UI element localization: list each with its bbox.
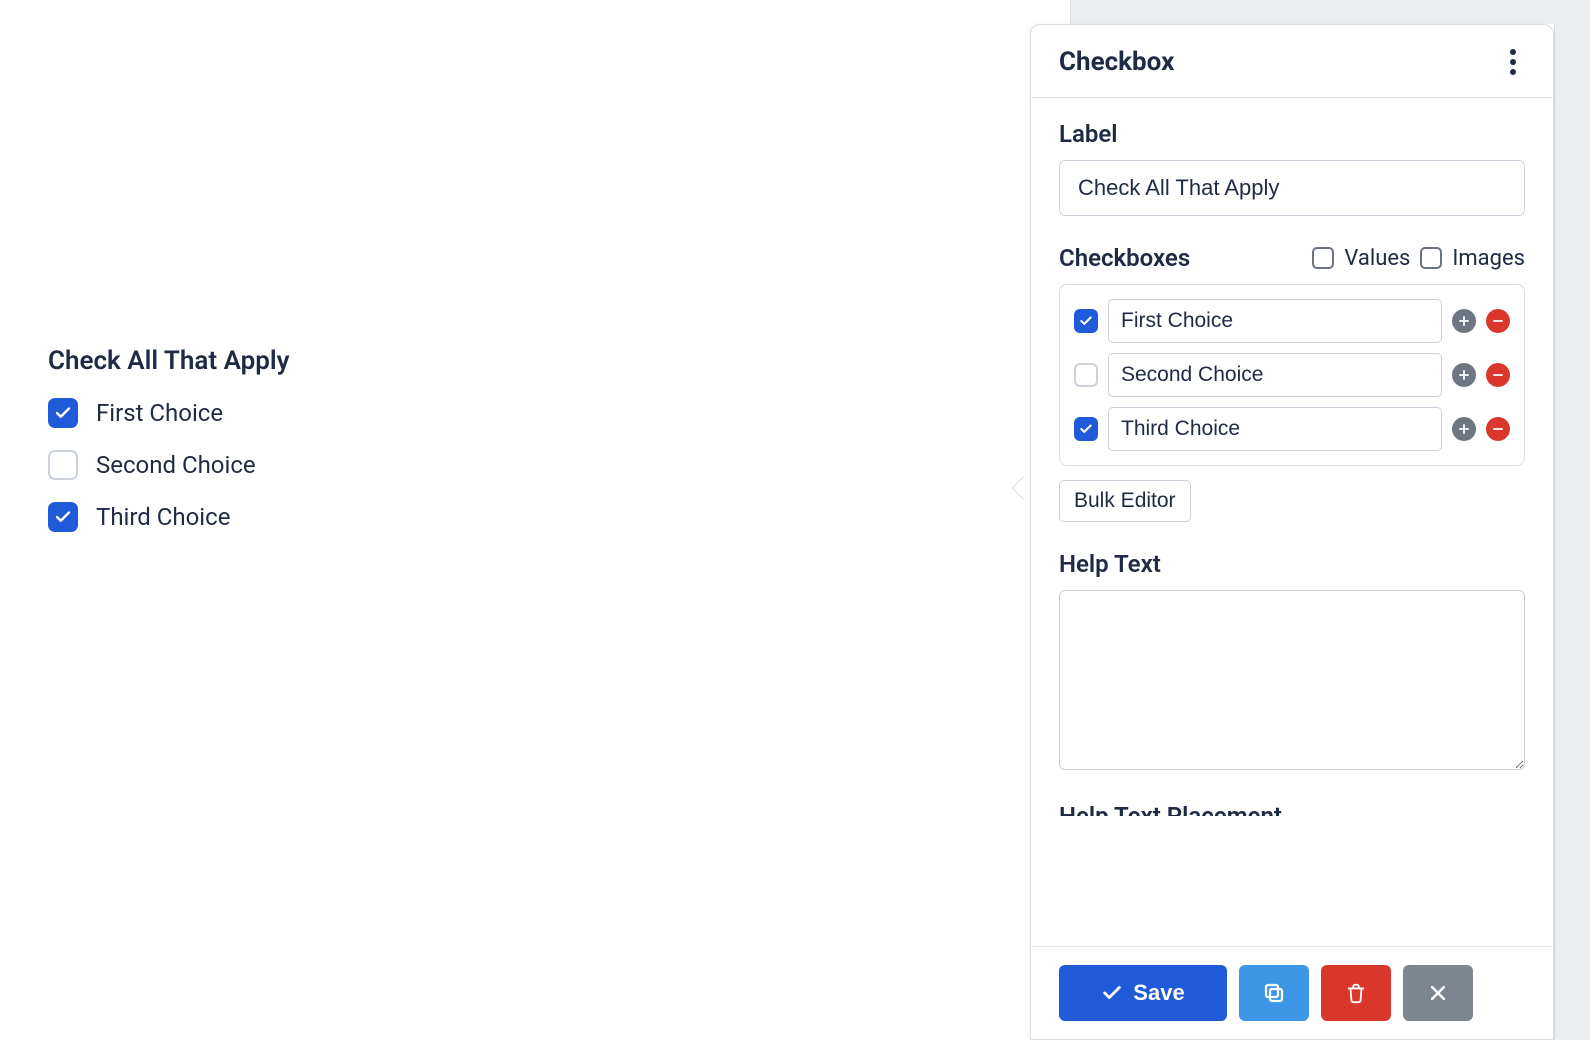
remove-choice-button[interactable] (1486, 417, 1510, 441)
save-button-label: Save (1133, 980, 1184, 1006)
kebab-dot-icon (1510, 59, 1516, 65)
choice-label-input-2[interactable] (1108, 353, 1442, 397)
save-button[interactable]: Save (1059, 965, 1227, 1021)
trash-icon (1345, 982, 1367, 1004)
checkboxes-options-row: Values Images (1312, 246, 1525, 271)
preview-checkbox-label: Third Choice (96, 503, 230, 531)
choice-row (1074, 299, 1510, 343)
values-toggle-label: Values (1344, 246, 1410, 271)
choice-default-checkbox-2[interactable] (1074, 363, 1098, 387)
bulk-editor-button[interactable]: Bulk Editor (1059, 480, 1191, 522)
panel-header: Checkbox (1031, 25, 1553, 98)
delete-button[interactable] (1321, 965, 1391, 1021)
preview-checkbox-1[interactable] (48, 398, 78, 428)
values-toggle[interactable] (1312, 247, 1334, 269)
choice-row (1074, 407, 1510, 451)
choice-label-input-3[interactable] (1108, 407, 1442, 451)
check-icon (1101, 982, 1123, 1004)
preview-checkbox-row: Third Choice (48, 502, 748, 532)
images-toggle-label: Images (1452, 246, 1525, 271)
close-icon (1428, 983, 1448, 1003)
preview-checkbox-row: First Choice (48, 398, 748, 428)
images-toggle[interactable] (1420, 247, 1442, 269)
add-choice-button[interactable] (1452, 309, 1476, 333)
add-choice-button[interactable] (1452, 363, 1476, 387)
add-choice-button[interactable] (1452, 417, 1476, 441)
label-input[interactable] (1059, 160, 1525, 216)
label-heading: Label (1059, 120, 1525, 148)
next-section-heading: Help Text Placement (1059, 802, 1525, 816)
settings-panel: Checkbox Label Checkboxes Values Images (1030, 24, 1554, 1040)
checkboxes-field-block: Checkboxes Values Images (1059, 244, 1525, 522)
checkboxes-heading: Checkboxes (1059, 244, 1190, 272)
copy-icon (1262, 981, 1286, 1005)
duplicate-button[interactable] (1239, 965, 1309, 1021)
choices-container (1059, 284, 1525, 466)
preview-checkbox-3[interactable] (48, 502, 78, 532)
choice-label-input-1[interactable] (1108, 299, 1442, 343)
panel-body: Label Checkboxes Values Images (1031, 98, 1553, 946)
kebab-dot-icon (1510, 69, 1516, 75)
preview-checkbox-2[interactable] (48, 450, 78, 480)
preview-area: Check All That Apply First Choice Second… (48, 346, 748, 554)
panel-more-menu-button[interactable] (1501, 48, 1525, 76)
help-text-textarea[interactable] (1059, 590, 1525, 770)
panel-footer: Save (1031, 946, 1553, 1039)
preview-checkbox-label: First Choice (96, 399, 223, 427)
preview-checkbox-row: Second Choice (48, 450, 748, 480)
remove-choice-button[interactable] (1486, 309, 1510, 333)
right-gutter (1554, 0, 1590, 1040)
choice-row (1074, 353, 1510, 397)
choice-default-checkbox-3[interactable] (1074, 417, 1098, 441)
preview-checkbox-label: Second Choice (96, 451, 256, 479)
help-text-field-block: Help Text (1059, 550, 1525, 774)
remove-choice-button[interactable] (1486, 363, 1510, 387)
preview-title: Check All That Apply (48, 346, 748, 376)
close-button[interactable] (1403, 965, 1473, 1021)
choice-default-checkbox-1[interactable] (1074, 309, 1098, 333)
help-text-heading: Help Text (1059, 550, 1525, 578)
label-field-block: Label (1059, 120, 1525, 216)
kebab-dot-icon (1510, 49, 1516, 55)
top-gutter (1070, 0, 1590, 24)
panel-title: Checkbox (1059, 47, 1174, 77)
